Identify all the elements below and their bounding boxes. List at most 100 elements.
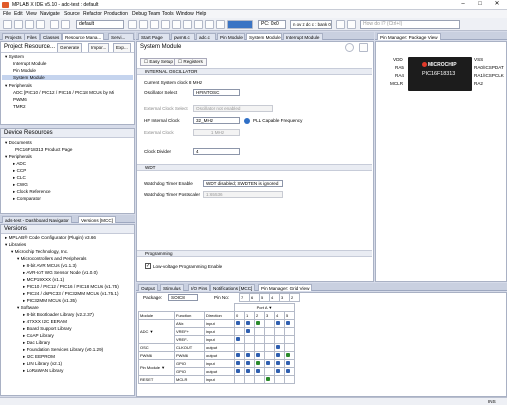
- menu-production[interactable]: Production: [104, 11, 128, 17]
- menu-refactor[interactable]: Refactor: [83, 11, 102, 17]
- tree-interrupt-module[interactable]: Interrupt Module: [13, 61, 46, 66]
- tree-microchip[interactable]: ▾ Microchip Technology, Inc.: [11, 249, 68, 255]
- pin-cell[interactable]: [244, 335, 255, 344]
- tree-lib-eeram[interactable]: ▸ 47XXX I2C EERAM: [23, 319, 67, 325]
- tree-lib-foundation[interactable]: ▸ Foundation Services Library (v0.1.29): [23, 347, 103, 353]
- menu-window[interactable]: Window: [176, 11, 194, 17]
- config-select[interactable]: default: [76, 20, 124, 29]
- tab-pin-manager-grid[interactable]: Pin Manager: Grid View: [258, 284, 313, 291]
- tree-lib-i2c-eeprom[interactable]: ▸ I2C EEPROM: [23, 354, 55, 360]
- pin-cell[interactable]: [244, 359, 255, 368]
- menu-view[interactable]: View: [26, 11, 37, 17]
- pin-cell[interactable]: [234, 319, 245, 328]
- pin-cell[interactable]: [264, 335, 275, 344]
- pin-cell[interactable]: [264, 367, 275, 376]
- row-module[interactable]: Pin Module ▼: [138, 359, 175, 376]
- tree-device-peripherals[interactable]: ▾ Peripherals: [5, 154, 32, 160]
- ext-clock-select-dropdown[interactable]: Oscillator not enabled: [193, 105, 273, 112]
- pin-cell[interactable]: [284, 335, 295, 344]
- help-icon[interactable]: [345, 43, 354, 52]
- pin-cell[interactable]: [284, 327, 295, 336]
- pin-cell[interactable]: [254, 359, 265, 368]
- read-device-icon[interactable]: [183, 20, 192, 29]
- tree-libraries[interactable]: ▾ Libraries: [5, 242, 26, 248]
- pause-icon[interactable]: [216, 20, 225, 29]
- menu-navigate[interactable]: Navigate: [40, 11, 60, 17]
- pin-cell[interactable]: [254, 343, 265, 352]
- tree-device-ccp[interactable]: ▸ CCP: [13, 168, 26, 174]
- programming-section[interactable]: Programming: [137, 250, 372, 257]
- tree-lib-pic10-18[interactable]: ▸ PIC10 / PIC12 / PIC16 / PIC18 MCUs (v1…: [23, 284, 119, 290]
- pin-cell[interactable]: [284, 375, 295, 384]
- tab-notifications[interactable]: Notifications [MCC]: [210, 284, 256, 291]
- tab-dashboard-navigator[interactable]: ads-test - Dashboard Navigator: [2, 216, 72, 223]
- tree-lib-bootloader[interactable]: ▸ 8-bit Bootloader Library (v2.2.37): [23, 312, 94, 318]
- tree-device-cwg[interactable]: ▸ CWG: [13, 182, 28, 188]
- open-project-icon[interactable]: [25, 20, 34, 29]
- tree-lib-lorawan[interactable]: ▸ LoRaWAN Library: [23, 368, 63, 374]
- tab-interrupt-module[interactable]: Interrupt Module: [283, 33, 323, 40]
- tree-device-clc[interactable]: ▸ CLC: [13, 175, 26, 181]
- new-project-icon[interactable]: [3, 20, 12, 29]
- tree-peripherals[interactable]: ▾ Peripherals: [5, 83, 32, 89]
- tree-pin-module[interactable]: Pin Module: [13, 68, 36, 73]
- export-button[interactable]: Exp...: [113, 43, 131, 52]
- build-icon[interactable]: [128, 20, 137, 29]
- pin-cell[interactable]: [234, 327, 245, 336]
- pin-cell[interactable]: [234, 351, 245, 360]
- tree-lib-dac[interactable]: ▸ Dac Library: [23, 340, 50, 346]
- pin-cell[interactable]: [244, 351, 255, 360]
- tab-stimulus[interactable]: Stimulus: [160, 284, 184, 291]
- save-icon[interactable]: [36, 20, 45, 29]
- tab-io-pins[interactable]: I/O Pins: [188, 284, 211, 291]
- pin-cell[interactable]: [274, 335, 285, 344]
- pin-cell[interactable]: [244, 327, 255, 336]
- make-program-icon[interactable]: [150, 20, 159, 29]
- pin-cell[interactable]: [244, 375, 255, 384]
- lvp-checkbox[interactable]: ✓: [145, 263, 151, 269]
- pin-cell[interactable]: [284, 319, 295, 328]
- tab-versions[interactable]: Versions [MCC]: [78, 216, 116, 223]
- tree-documents[interactable]: ▾ Documents: [5, 140, 32, 146]
- pin-cell[interactable]: [254, 351, 265, 360]
- pin-cell[interactable]: [274, 319, 285, 328]
- tree-lib-avr[interactable]: ▸ 8-bit AVR MCUs (v1.1.3): [23, 263, 77, 269]
- menu-source[interactable]: Source: [64, 11, 80, 17]
- tab-pin-module[interactable]: Pin Module: [217, 33, 245, 40]
- settings-icon[interactable]: [359, 43, 368, 52]
- menu-tools[interactable]: Tools: [162, 11, 174, 17]
- tree-lib-coap[interactable]: ▸ CoAP Library: [23, 333, 54, 339]
- pin-cell[interactable]: [244, 367, 255, 376]
- program-device-icon[interactable]: [172, 20, 181, 29]
- pin-cell[interactable]: [234, 367, 245, 376]
- pin-cell[interactable]: [284, 351, 295, 360]
- pin-cell[interactable]: [244, 319, 255, 328]
- menu-debug[interactable]: Debug: [132, 11, 147, 17]
- pin-cell[interactable]: [274, 343, 285, 352]
- tree-tmr2[interactable]: TMR2: [13, 104, 26, 109]
- close-button[interactable]: ✕: [489, 0, 505, 9]
- ext-clock-input[interactable]: 1 MHz: [193, 129, 240, 136]
- tree-adc[interactable]: ADC [PIC10 / PIC12 / PIC16 / PIC18 MCUs …: [13, 90, 114, 95]
- tree-mcu-peripherals[interactable]: ▾ Microcontrollers and Peripherals: [17, 256, 86, 262]
- tree-system[interactable]: ▾ System: [5, 54, 24, 60]
- pin-cell[interactable]: [274, 375, 285, 384]
- clean-build-icon[interactable]: [139, 20, 148, 29]
- menu-file[interactable]: File: [3, 11, 11, 17]
- pin-cell[interactable]: [234, 359, 245, 368]
- search-input[interactable]: How do I? (Ctrl+I): [360, 20, 460, 29]
- tab-files[interactable]: Files: [24, 33, 40, 40]
- tab-services[interactable]: Servi...: [108, 33, 134, 40]
- help-icon[interactable]: [336, 20, 345, 29]
- pin-cell[interactable]: [254, 335, 265, 344]
- pin-cell[interactable]: [234, 375, 245, 384]
- tab-projects[interactable]: Projects: [2, 33, 25, 40]
- minimize-button[interactable]: –: [455, 0, 471, 9]
- pin-cell[interactable]: [254, 327, 265, 336]
- tree-software[interactable]: ▾ Software: [17, 305, 39, 311]
- tab-output[interactable]: Output: [138, 284, 158, 291]
- hf-clock-dropdown[interactable]: 32_MHz: [193, 117, 240, 124]
- menu-help[interactable]: Help: [196, 11, 206, 17]
- internal-oscillator-section[interactable]: INTERNAL OSCILLATOR: [137, 68, 372, 75]
- tab-resource-management[interactable]: Resource Mana...: [62, 33, 105, 40]
